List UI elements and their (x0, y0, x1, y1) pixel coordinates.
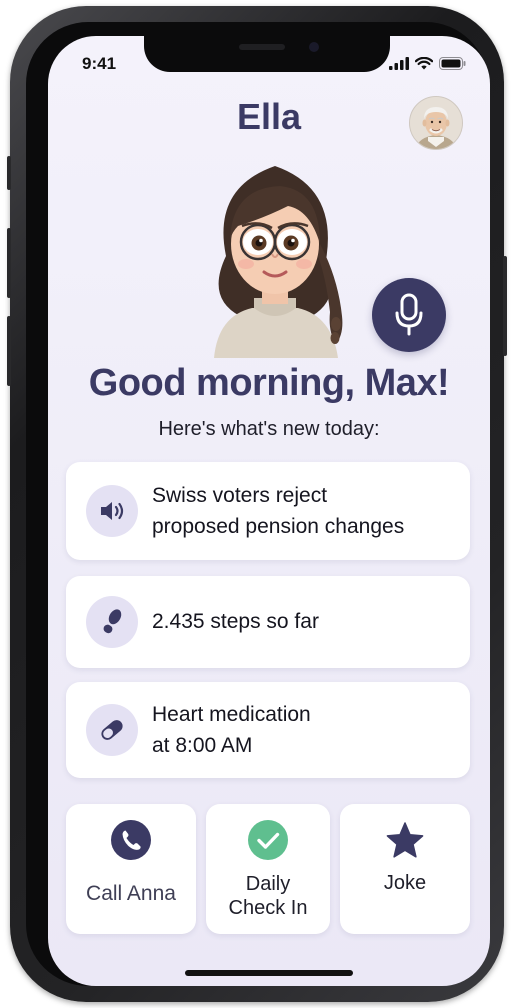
speaker-icon (101, 502, 124, 520)
check-circle-icon (248, 820, 288, 860)
daily-check-in-line2: Check In (228, 897, 308, 919)
news-card[interactable]: Swiss voters reject proposed pension cha… (66, 462, 470, 560)
microphone-icon (395, 293, 423, 336)
screen: 9:41 Ella Good morning, Max! Here's what… (48, 36, 490, 986)
microphone-button[interactable] (372, 278, 446, 352)
status-time: 9:41 (82, 54, 117, 73)
speaker-icon-badge (86, 485, 138, 537)
subtitle: Here's what's new today: (158, 418, 380, 440)
earpiece (239, 44, 285, 50)
phone-frame: 9:41 Ella Good morning, Max! Here's what… (7, 6, 507, 1002)
status-icons (389, 56, 466, 70)
footprint-icon (103, 609, 122, 634)
star-icon (386, 822, 424, 858)
daily-check-in-line1: Daily (245, 873, 291, 895)
daily-check-in-button[interactable]: Daily Check In (206, 804, 330, 934)
steps-text: 2.435 steps so far (152, 610, 319, 633)
phone-icon (111, 820, 151, 860)
home-indicator[interactable] (185, 970, 353, 976)
front-camera (309, 42, 319, 52)
battery-icon (439, 56, 466, 70)
footprint-icon-badge (86, 596, 138, 648)
notch (144, 36, 390, 72)
user-avatar[interactable] (409, 96, 463, 150)
volume-up-button (7, 228, 11, 298)
mute-switch (7, 156, 11, 190)
pill-icon (101, 720, 123, 740)
medication-line1: Heart medication (152, 703, 311, 726)
call-anna-label: Call Anna (86, 882, 176, 905)
joke-label: Joke (383, 872, 427, 894)
wifi-icon (415, 56, 433, 69)
news-headline-line1: Swiss voters reject (152, 484, 328, 507)
news-headline-line2: proposed pension changes (152, 515, 405, 538)
power-button (503, 256, 507, 356)
volume-down-button (7, 316, 11, 386)
steps-card[interactable]: 2.435 steps so far (66, 576, 470, 668)
medication-card[interactable]: Heart medication at 8:00 AM (66, 682, 470, 778)
greeting-heading: Good morning, Max! (88, 362, 450, 404)
call-anna-button[interactable]: Call Anna (66, 804, 196, 934)
joke-button[interactable]: Joke (340, 804, 470, 934)
pill-icon-badge (86, 704, 138, 756)
assistant-avatar (192, 148, 358, 358)
medication-line2: at 8:00 AM (152, 734, 253, 757)
signal-icon (389, 56, 409, 70)
